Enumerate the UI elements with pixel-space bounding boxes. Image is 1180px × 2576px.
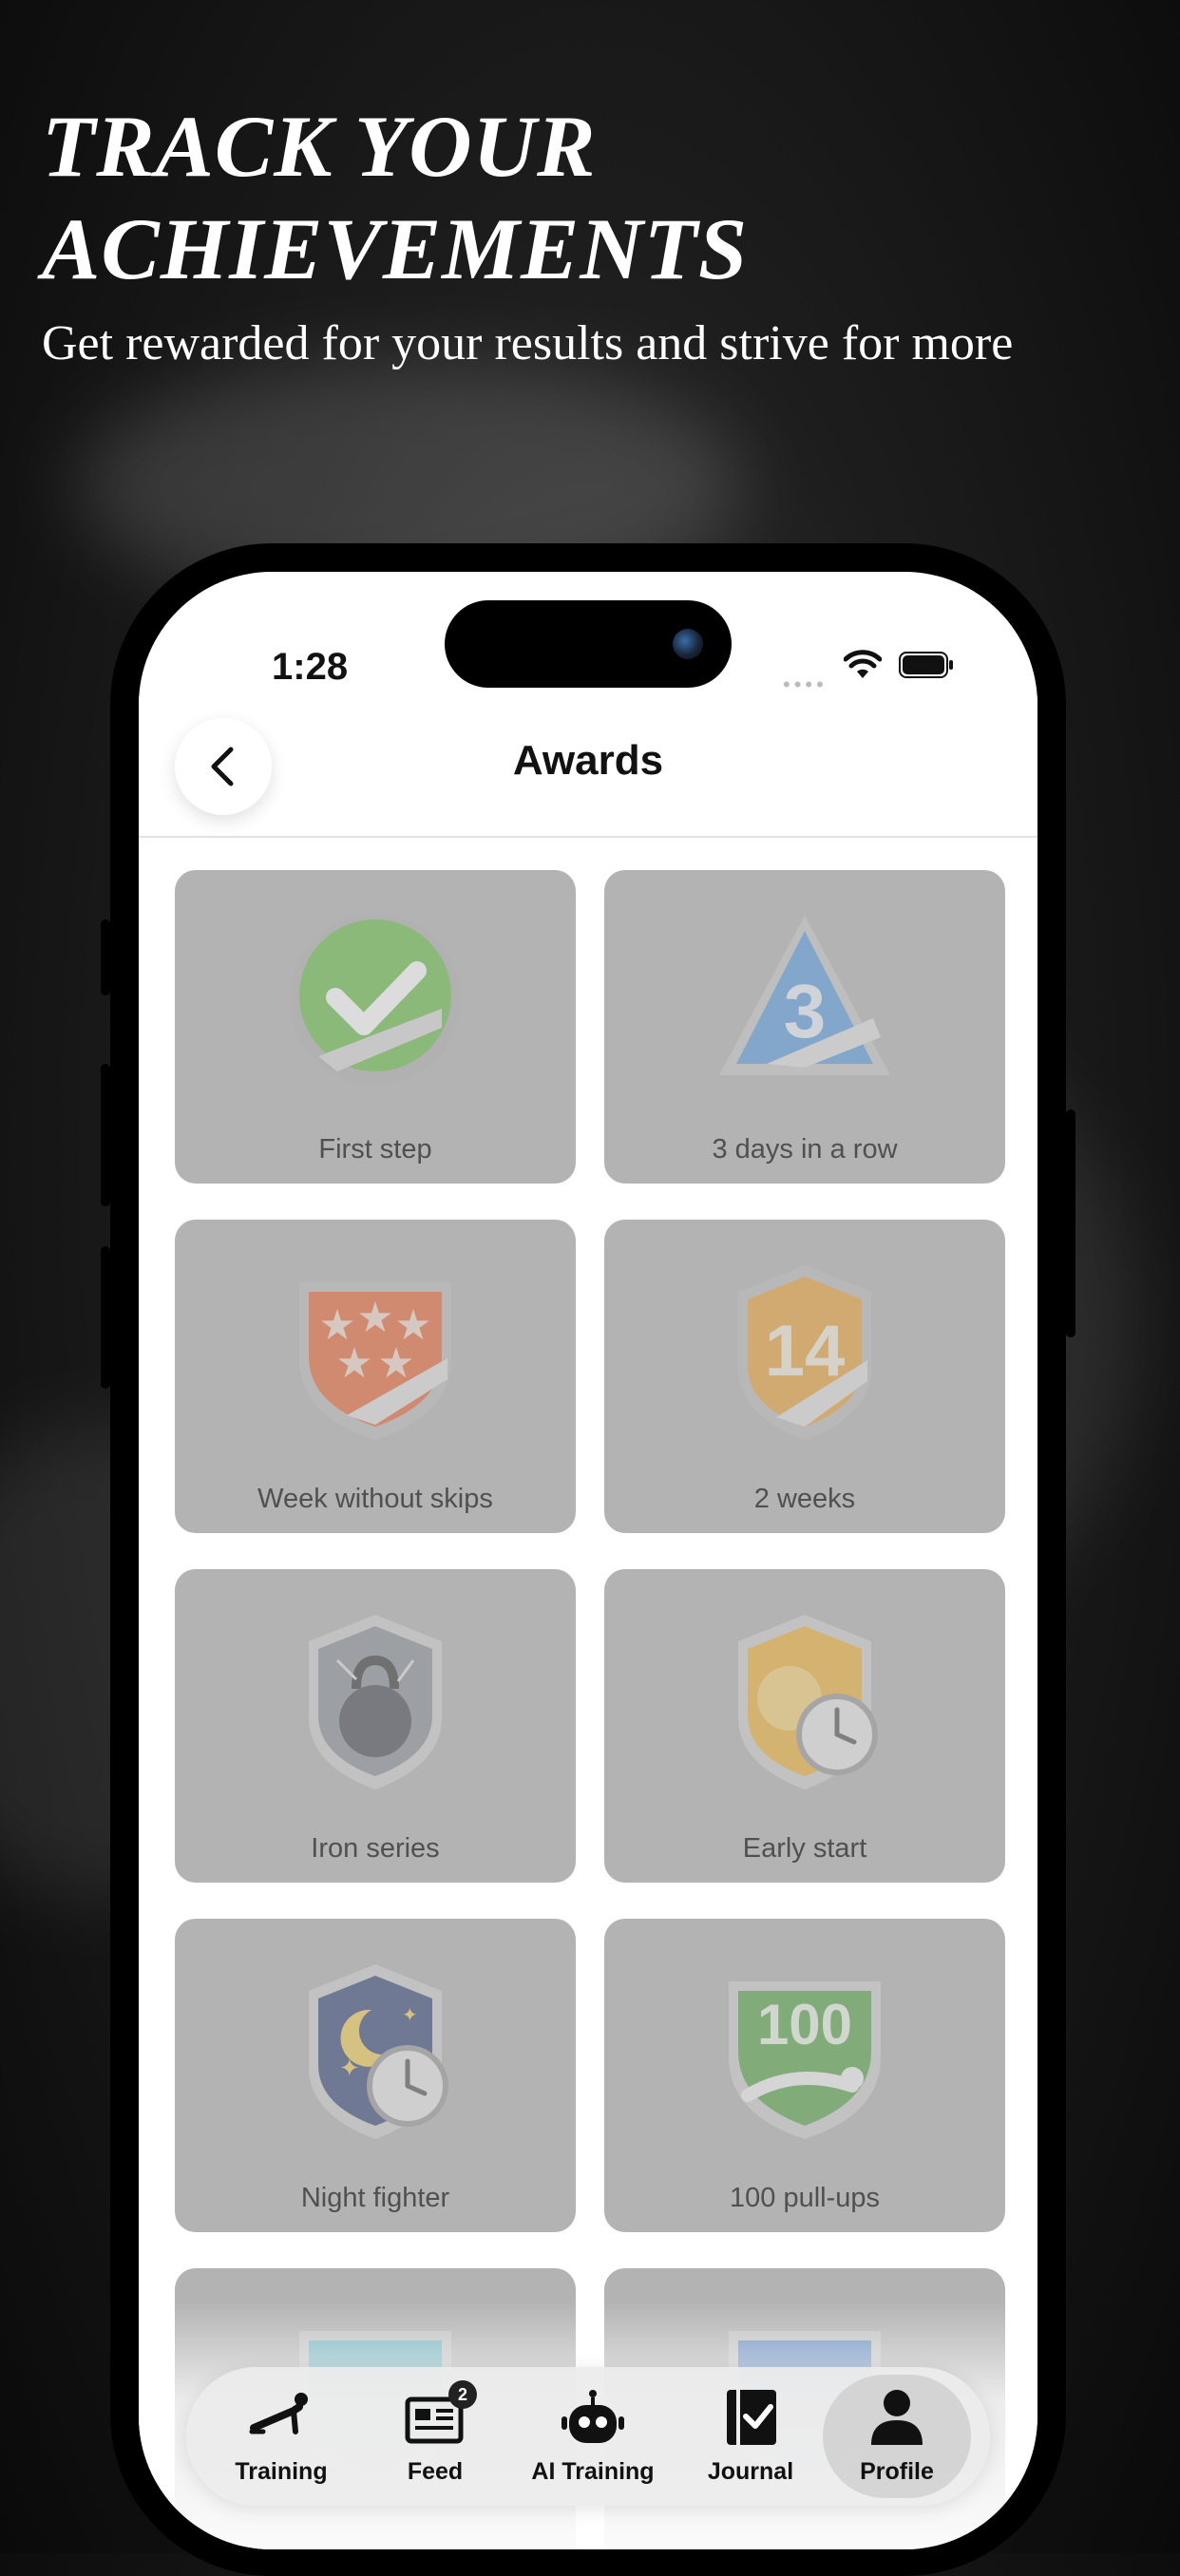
tab-training[interactable]: Training [203,2367,359,2506]
award-card-3-days[interactable]: 3 3 days in a row [604,870,1005,1184]
svg-text:✦: ✦ [339,2054,360,2082]
svg-text:100: 100 [757,1993,852,2056]
cellular-signal-icon: •••• [783,672,828,696]
page-title: Awards [512,737,664,784]
award-label: Early start [742,1833,867,1864]
svg-text:★: ★ [356,1295,393,1341]
feed-badge: 2 [448,2380,477,2409]
award-label: Night fighter [300,2183,450,2213]
award-card-100-pull-ups[interactable]: 100 100 pull-ups [604,1919,1005,2232]
app-screen: 1:28 •••• Awards First step 3 3 days in … [139,572,1037,2549]
tab-journal[interactable]: Journal [673,2367,828,2506]
svg-text:★: ★ [335,1340,372,1387]
triangle-3-badge-icon: 3 [719,916,890,1075]
svg-text:✦: ✦ [402,2005,418,2026]
award-label: Week without skips [257,1484,493,1514]
phone-frame: 1:28 •••• Awards First step 3 3 days in … [101,543,1075,2576]
headline-line-1: TRACK YOUR [42,98,597,195]
svg-text:3: 3 [784,969,827,1053]
phone-volume-up [101,1064,110,1206]
promo-headline: TRACK YOUR ACHIEVEMENTS [42,95,748,300]
tab-label: AI Training [531,2458,655,2485]
tab-profile[interactable]: Profile [819,2367,975,2506]
award-label: 100 pull-ups [730,2183,880,2213]
award-card-first-step[interactable]: First step [175,870,576,1184]
phone-power-button [1066,1109,1075,1337]
svg-text:14: 14 [765,1311,846,1392]
battery-icon [899,652,953,678]
green-check-badge-icon [290,914,461,1085]
award-card-2-weeks[interactable]: 14 2 weeks [604,1220,1005,1533]
camera-icon [673,629,703,659]
award-label: 3 days in a row [712,1134,898,1165]
status-time: 1:28 [272,646,349,688]
tab-label: Feed [407,2458,464,2485]
promo-subline: Get rewarded for your results and strive… [42,316,1014,370]
award-label: 2 weeks [753,1484,856,1514]
award-card-night-fighter[interactable]: ✦ ✦ Night fighter [175,1919,576,2232]
pushup-icon [249,2393,308,2434]
person-icon [871,2390,923,2445]
journal-check-icon [727,2390,776,2445]
tab-label: Training [235,2458,328,2485]
award-card-week-without-skips[interactable]: ★ ★ ★ ★ ★ Week without skips [175,1220,576,1533]
tab-label: Journal [707,2458,794,2485]
award-card-early-start[interactable]: Early start [604,1569,1005,1883]
award-label: First step [318,1134,432,1165]
dynamic-island [445,600,732,688]
award-card-iron-series[interactable]: Iron series [175,1569,576,1883]
tab-label: Profile [860,2458,934,2485]
five-stars-shield-icon: ★ ★ ★ ★ ★ [299,1282,451,1440]
headline-line-2: ACHIEVEMENTS [42,200,749,297]
robot-icon [561,2390,624,2443]
tab-ai-training[interactable]: AI Training [515,2367,671,2506]
moon-clock-shield-icon: ✦ ✦ [309,1964,448,2139]
phone-volume-down [101,1246,110,1389]
number-14-shield-icon: 14 [738,1265,871,1440]
phone-action-button [101,919,110,995]
sunrise-clock-shield-icon [738,1615,878,1790]
award-label: Iron series [311,1833,440,1864]
navigation-bar: Awards [139,695,1037,838]
kettlebell-shield-icon [309,1615,442,1790]
wifi-icon [844,650,882,678]
tab-feed[interactable]: 2 Feed [357,2367,513,2506]
number-100-shield-icon: 100 [729,1981,881,2139]
tab-bar: Training 2 Feed AI Training Journal Prof… [186,2367,990,2506]
svg-text:★: ★ [377,1340,414,1387]
